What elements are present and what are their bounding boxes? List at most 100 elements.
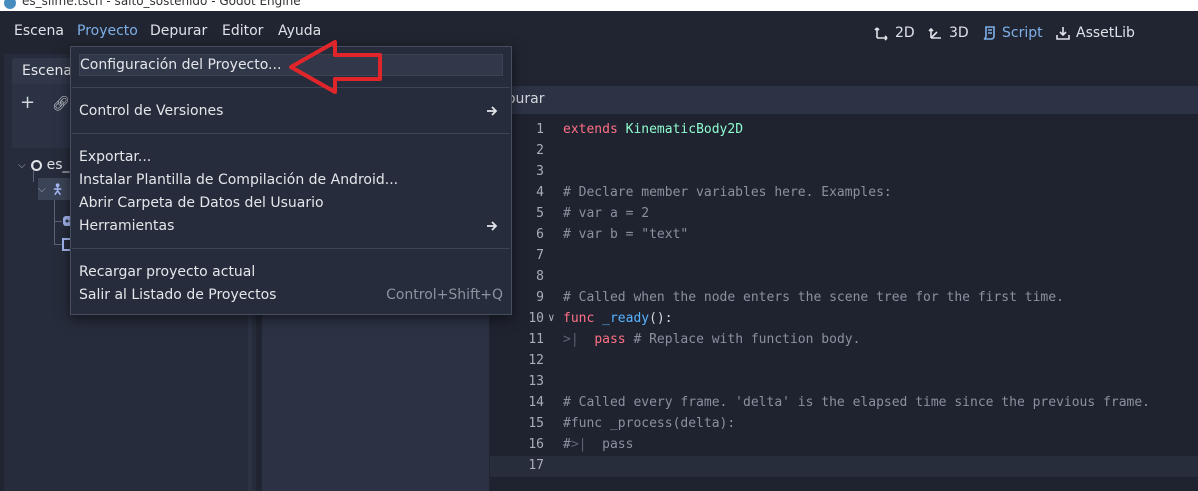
mode-2d-label: 2D	[895, 25, 915, 41]
menu-item-label: Exportar...	[79, 149, 152, 165]
mode-3d-label: 3D	[949, 25, 969, 41]
mode-script-button[interactable]: Script	[981, 22, 1043, 44]
code-text: # var b = "text"	[563, 227, 688, 242]
link-icon[interactable]: 🔗︎	[52, 95, 70, 113]
line-number: 15	[528, 416, 544, 431]
arrow-right-icon	[487, 106, 498, 116]
code-token: _ready	[602, 311, 650, 326]
menu-item-tools[interactable]: Herramientas	[79, 215, 503, 237]
code-line[interactable]: 10 ∨ func _ready():	[490, 309, 1198, 330]
code-token: >|	[563, 332, 595, 347]
line-number: 9	[536, 290, 544, 305]
annotation-arrow-icon	[289, 40, 382, 94]
menu-proyecto[interactable]: Proyecto	[77, 23, 138, 39]
code-text: # Called every frame. 'delta' is the ela…	[563, 395, 1150, 410]
code-line[interactable]: 13	[490, 372, 1198, 393]
window-title: es_slime.tscn - salto_sostenido - Godot …	[22, 0, 301, 8]
line-number: 8	[536, 269, 544, 284]
code-token: >|	[570, 437, 603, 452]
kinematic-body-icon	[53, 183, 61, 196]
chevron-down-icon[interactable]: ⌵	[38, 184, 46, 195]
tab-escena[interactable]: Escena	[12, 58, 74, 84]
mode-3d-button[interactable]: 3D	[928, 22, 969, 44]
line-number: 17	[528, 458, 544, 473]
tree-line	[54, 221, 62, 222]
mode-script-label: Script	[1002, 25, 1043, 41]
code-line[interactable]: 8	[490, 267, 1198, 288]
menu-item-label: Salir al Listado de Proyectos	[79, 287, 277, 303]
assetlib-icon	[1056, 27, 1070, 40]
code-line[interactable]: 15 #func _process(delta):	[490, 414, 1198, 435]
menu-item-label: Abrir Carpeta de Datos del Usuario	[79, 195, 324, 211]
arrow-right-icon	[487, 221, 498, 231]
mode-assetlib-label: AssetLib	[1076, 25, 1135, 41]
script-icon	[983, 26, 995, 40]
menu-item-label: Recargar proyecto actual	[79, 264, 256, 280]
menu-item-export[interactable]: Exportar...	[79, 146, 503, 168]
menu-item-label: Control de Versiones	[79, 103, 224, 119]
menu-item-label: Herramientas	[79, 218, 175, 234]
code-token: # Replace with function body.	[625, 332, 861, 347]
line-number: 10	[528, 311, 544, 326]
code-text: #>| pass	[563, 437, 633, 452]
line-number: 7	[536, 248, 544, 263]
add-node-icon[interactable]: +	[20, 94, 35, 112]
tree-item-root[interactable]: ⌵ es_	[18, 154, 70, 176]
code-line[interactable]: 6 # var b = "text"	[490, 225, 1198, 246]
menu-separator	[72, 133, 510, 134]
line-number: 16	[528, 437, 544, 452]
menu-ayuda[interactable]: Ayuda	[278, 23, 321, 39]
menu-escena[interactable]: Escena	[14, 23, 64, 39]
code-text: #func _process(delta):	[563, 416, 735, 431]
line-number: 12	[528, 353, 544, 368]
chevron-down-icon[interactable]: ⌵	[18, 160, 26, 171]
menu-item-version-control[interactable]: Control de Versiones	[79, 100, 503, 122]
menu-item-label: Instalar Plantilla de Compilación de And…	[79, 172, 399, 188]
menu-item-quit-to-project-list[interactable]: Salir al Listado de Proyectos Control+Sh…	[79, 284, 503, 306]
code-token: # Declare member variables here. Example…	[563, 185, 892, 200]
fold-chevron-icon[interactable]: ∨	[548, 311, 555, 324]
menu-item-install-android-template[interactable]: Instalar Plantilla de Compilación de And…	[79, 169, 503, 191]
line-number: 11	[528, 332, 544, 347]
mode-2d-button[interactable]: 2D	[874, 22, 915, 44]
code-line[interactable]: 16 #>| pass	[490, 435, 1198, 456]
code-text: # Declare member variables here. Example…	[563, 185, 892, 200]
code-token: # Called when the node enters the scene …	[563, 290, 1064, 305]
code-line[interactable]: 7	[490, 246, 1198, 267]
line-number: 1	[536, 122, 544, 137]
code-text: func _ready():	[563, 311, 673, 326]
code-line[interactable]: 9 # Called when the node enters the scene…	[490, 288, 1198, 309]
code-token: pass	[602, 437, 634, 452]
script-editor-menubar: epurar	[490, 86, 1198, 114]
code-line[interactable]: 3	[490, 162, 1198, 183]
mode-assetlib-button[interactable]: AssetLib	[1055, 22, 1135, 44]
code-token: # var b = "text"	[563, 227, 689, 242]
3d-icon	[928, 27, 941, 39]
code-text: >| pass # Replace with function body.	[563, 332, 860, 347]
code-line[interactable]: 14 # Called every frame. 'delta' is the e…	[490, 393, 1198, 414]
code-line[interactable]: 2	[490, 141, 1198, 162]
code-token: # var a = 2	[563, 206, 650, 221]
2d-icon	[874, 27, 888, 41]
code-line[interactable]: 12	[490, 351, 1198, 372]
tree-line	[54, 244, 62, 245]
code-editor[interactable]: 1 extends KinematicBody2D 2 3 4 # Declare mem…	[490, 114, 1198, 491]
code-token: pass	[594, 332, 626, 347]
menu-item-open-user-data[interactable]: Abrir Carpeta de Datos del Usuario	[79, 192, 503, 214]
code-text: extends KinematicBody2D	[563, 122, 743, 137]
menu-depurar[interactable]: Depurar	[150, 23, 207, 39]
code-line[interactable]: 1 extends KinematicBody2D	[490, 120, 1198, 141]
menu-item-label: Configuración del Proyecto...	[80, 57, 282, 73]
window-titlebar: es_slime.tscn - salto_sostenido - Godot …	[0, 0, 1198, 11]
code-line[interactable]: 11 >| pass # Replace with function body.	[490, 330, 1198, 351]
code-line[interactable]: 4 # Declare member variables here. Exampl…	[490, 183, 1198, 204]
menu-editor[interactable]: Editor	[222, 23, 263, 39]
code-text: # var a = 2	[563, 206, 649, 221]
code-token: func	[563, 311, 595, 326]
code-line[interactable]: 5 # var a = 2	[490, 204, 1198, 225]
menu-item-reload-project[interactable]: Recargar proyecto actual	[79, 261, 503, 283]
line-number: 4	[536, 185, 544, 200]
code-line[interactable]: 17	[490, 456, 1198, 477]
